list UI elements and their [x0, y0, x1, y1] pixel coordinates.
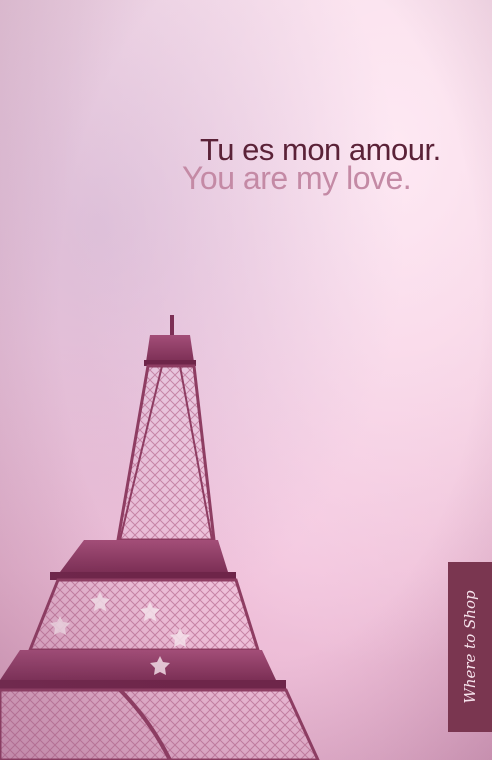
where-to-shop-label: Where to Shop [461, 590, 479, 704]
poster: Tu es mon amour. You are my love. Where … [0, 0, 492, 760]
eiffel-tower-illustration [0, 315, 320, 760]
where-to-shop-button[interactable]: Where to Shop [448, 562, 492, 732]
headline-english: You are my love. [182, 160, 412, 196]
